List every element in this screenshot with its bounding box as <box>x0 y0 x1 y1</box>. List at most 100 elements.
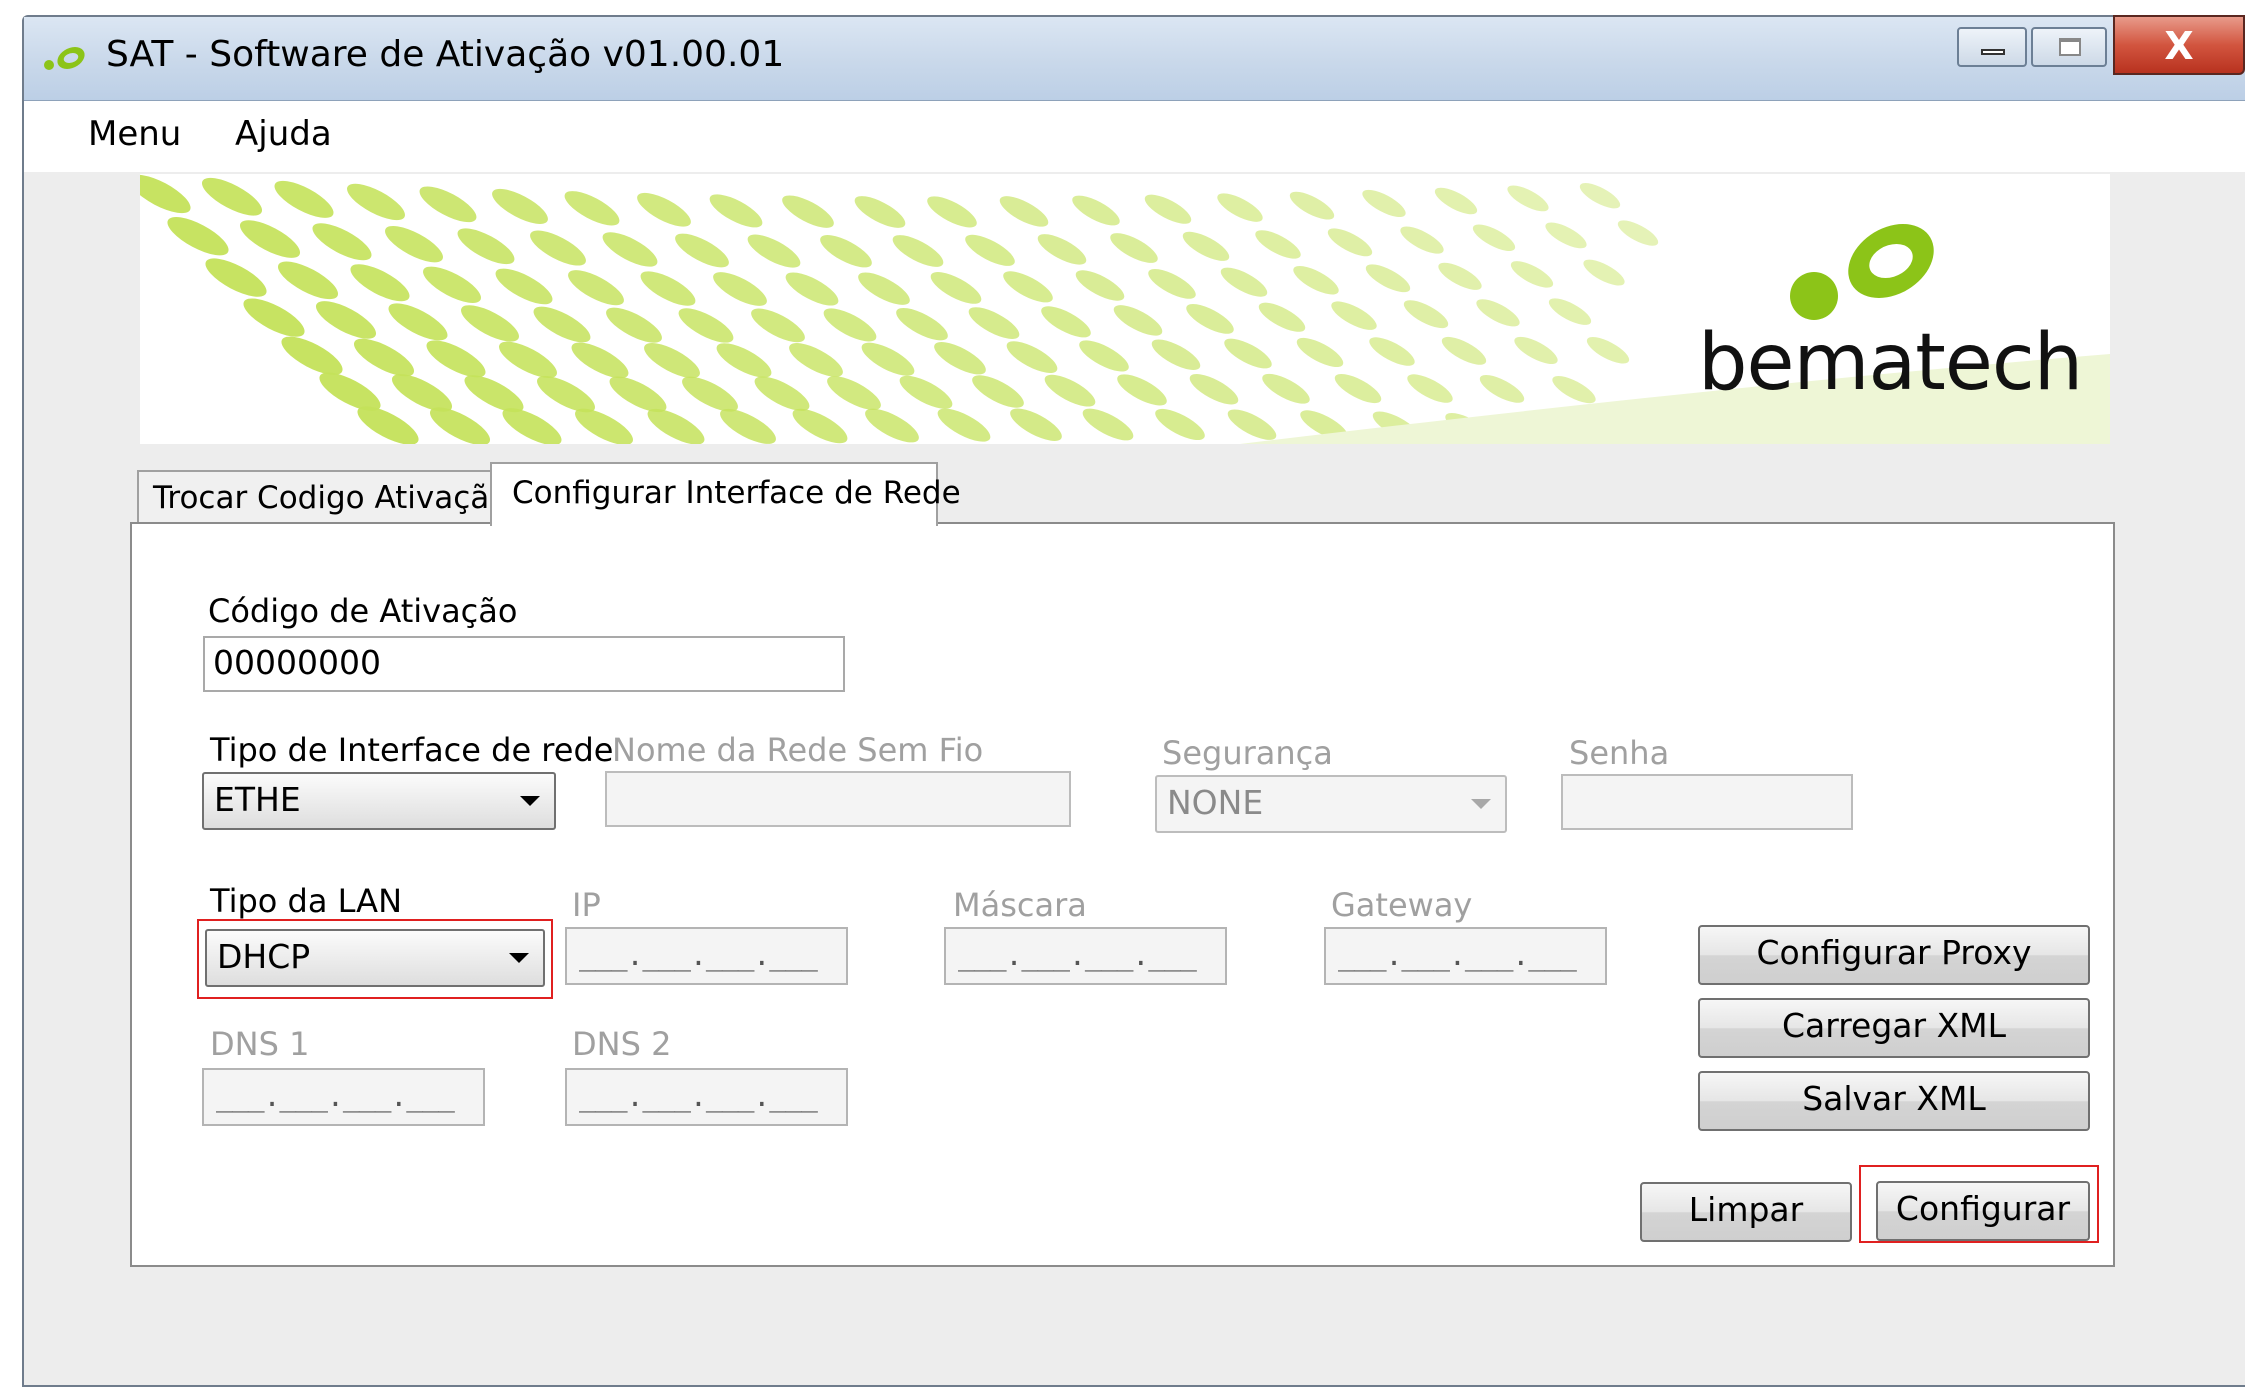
banner-dot <box>1583 259 1625 286</box>
banner-dot <box>637 192 691 227</box>
tab-configurar-interface[interactable]: Configurar Interface de Rede <box>490 462 961 526</box>
banner-dot <box>530 230 586 266</box>
banner-dot <box>1003 271 1053 303</box>
banner-dot <box>1510 261 1554 288</box>
banner-dot <box>1514 336 1558 364</box>
banner-dot <box>347 183 405 221</box>
banner-dot <box>1476 299 1520 327</box>
banner-dot <box>965 234 1015 266</box>
banner-dot <box>927 196 977 228</box>
netmask-label: Máscara <box>953 886 1087 924</box>
banner-dot <box>999 196 1049 227</box>
banner-dot <box>1044 374 1096 407</box>
banner-dot <box>457 228 515 265</box>
menu-item-ajuda[interactable]: Ajuda <box>235 114 332 154</box>
banner-dot <box>1255 230 1301 259</box>
interface-type-dropdown[interactable]: ETHE <box>202 772 556 830</box>
netmask-field: ___.___.___.___ <box>944 927 1227 985</box>
banner-dot <box>1006 341 1058 374</box>
banner-dot <box>1617 220 1659 246</box>
chevron-down-icon <box>509 953 529 963</box>
banner-dot <box>1113 305 1163 336</box>
configure-proxy-button[interactable]: Configurar Proxy <box>1698 925 2090 985</box>
banner-dot <box>1117 374 1167 406</box>
banner-dot <box>640 271 696 306</box>
banner-dot <box>823 308 877 342</box>
banner-dot <box>899 375 953 409</box>
lan-type-dropdown[interactable]: DHCP <box>205 929 545 987</box>
lan-type-label: Tipo da LAN <box>210 882 402 920</box>
banner-dot <box>1507 185 1549 212</box>
tab-trocar-codigo[interactable]: Trocar Codigo Ativação <box>137 470 508 524</box>
banner-dot <box>1545 222 1587 249</box>
banner-dot <box>564 191 620 226</box>
close-button[interactable]: X <box>2113 15 2245 75</box>
menu-item-menu[interactable]: Menu <box>88 114 181 154</box>
banner-dot <box>388 303 448 341</box>
window-title: SAT - Software de Ativação v01.00.01 <box>106 34 785 75</box>
wifi-name-field <box>605 771 1071 827</box>
banner-dot <box>140 174 191 214</box>
chevron-down-icon <box>520 796 540 806</box>
banner-dot <box>782 195 834 228</box>
banner-dot <box>1224 338 1272 369</box>
network-config-panel <box>130 522 2115 1267</box>
banner-dot <box>751 308 805 343</box>
banner-dot <box>1434 187 1478 215</box>
banner-dot <box>1289 191 1335 220</box>
banner-dot <box>713 272 767 306</box>
banner-dot <box>854 196 906 228</box>
banner-dot <box>239 220 301 258</box>
brand-name: bematech <box>1698 318 2083 408</box>
banner-dot <box>1438 262 1482 290</box>
tab-label: Trocar Codigo Ativação <box>153 480 509 516</box>
menu-bar <box>24 102 2245 172</box>
banner-dot <box>1334 373 1382 404</box>
banner-dot <box>1082 408 1134 441</box>
banner-dot <box>1369 337 1415 366</box>
banner-dot <box>896 307 948 341</box>
activation-code-label: Código de Ativação <box>208 592 518 630</box>
banner-dot <box>419 186 477 223</box>
banner-dot <box>1182 231 1230 261</box>
maximize-button[interactable] <box>2031 27 2107 67</box>
banner-dot <box>1148 269 1196 299</box>
banner-dot <box>1548 298 1592 325</box>
banner-dot <box>1151 339 1201 370</box>
banner-dot <box>1293 265 1339 295</box>
banner-dot <box>1441 336 1487 365</box>
banner-dot <box>892 235 944 267</box>
gateway-label: Gateway <box>1331 886 1473 924</box>
banner-dot <box>1037 234 1087 265</box>
configure-button[interactable]: Configurar <box>1876 1181 2090 1241</box>
banner-dot <box>1110 233 1158 263</box>
clear-button[interactable]: Limpar <box>1640 1182 1852 1242</box>
banner-dot <box>423 266 481 303</box>
banner-dot <box>1362 189 1406 218</box>
banner-dot <box>315 301 377 339</box>
banner-dot <box>1186 303 1234 334</box>
dns1-field: ___.___.___.___ <box>202 1068 485 1126</box>
dns2-field: ___.___.___.___ <box>565 1068 848 1126</box>
bematech-logo-icon <box>1790 224 1950 324</box>
activation-code-field[interactable]: 00000000 <box>203 636 845 692</box>
banner-dot <box>1258 302 1306 332</box>
banner-dot <box>858 272 910 305</box>
banner-dot <box>1072 195 1120 226</box>
banner-dot <box>277 261 339 300</box>
minimize-button[interactable] <box>1957 27 2027 67</box>
banner-dot <box>820 235 872 268</box>
banner-dot <box>678 308 734 343</box>
banner-dot <box>972 375 1024 408</box>
load-xml-button[interactable]: Carregar XML <box>1698 998 2090 1058</box>
save-xml-button[interactable]: Salvar XML <box>1698 1071 2090 1131</box>
dns1-label: DNS 1 <box>210 1025 310 1063</box>
tab-label: Configurar Interface de Rede <box>512 475 961 511</box>
banner-dot <box>1579 183 1621 209</box>
banner-dot <box>1189 374 1239 405</box>
banner-dot <box>1144 194 1192 224</box>
banner-dot <box>350 264 410 302</box>
banner-dot <box>861 342 915 376</box>
banner-dot <box>1327 228 1373 257</box>
banner-dot <box>167 217 229 256</box>
